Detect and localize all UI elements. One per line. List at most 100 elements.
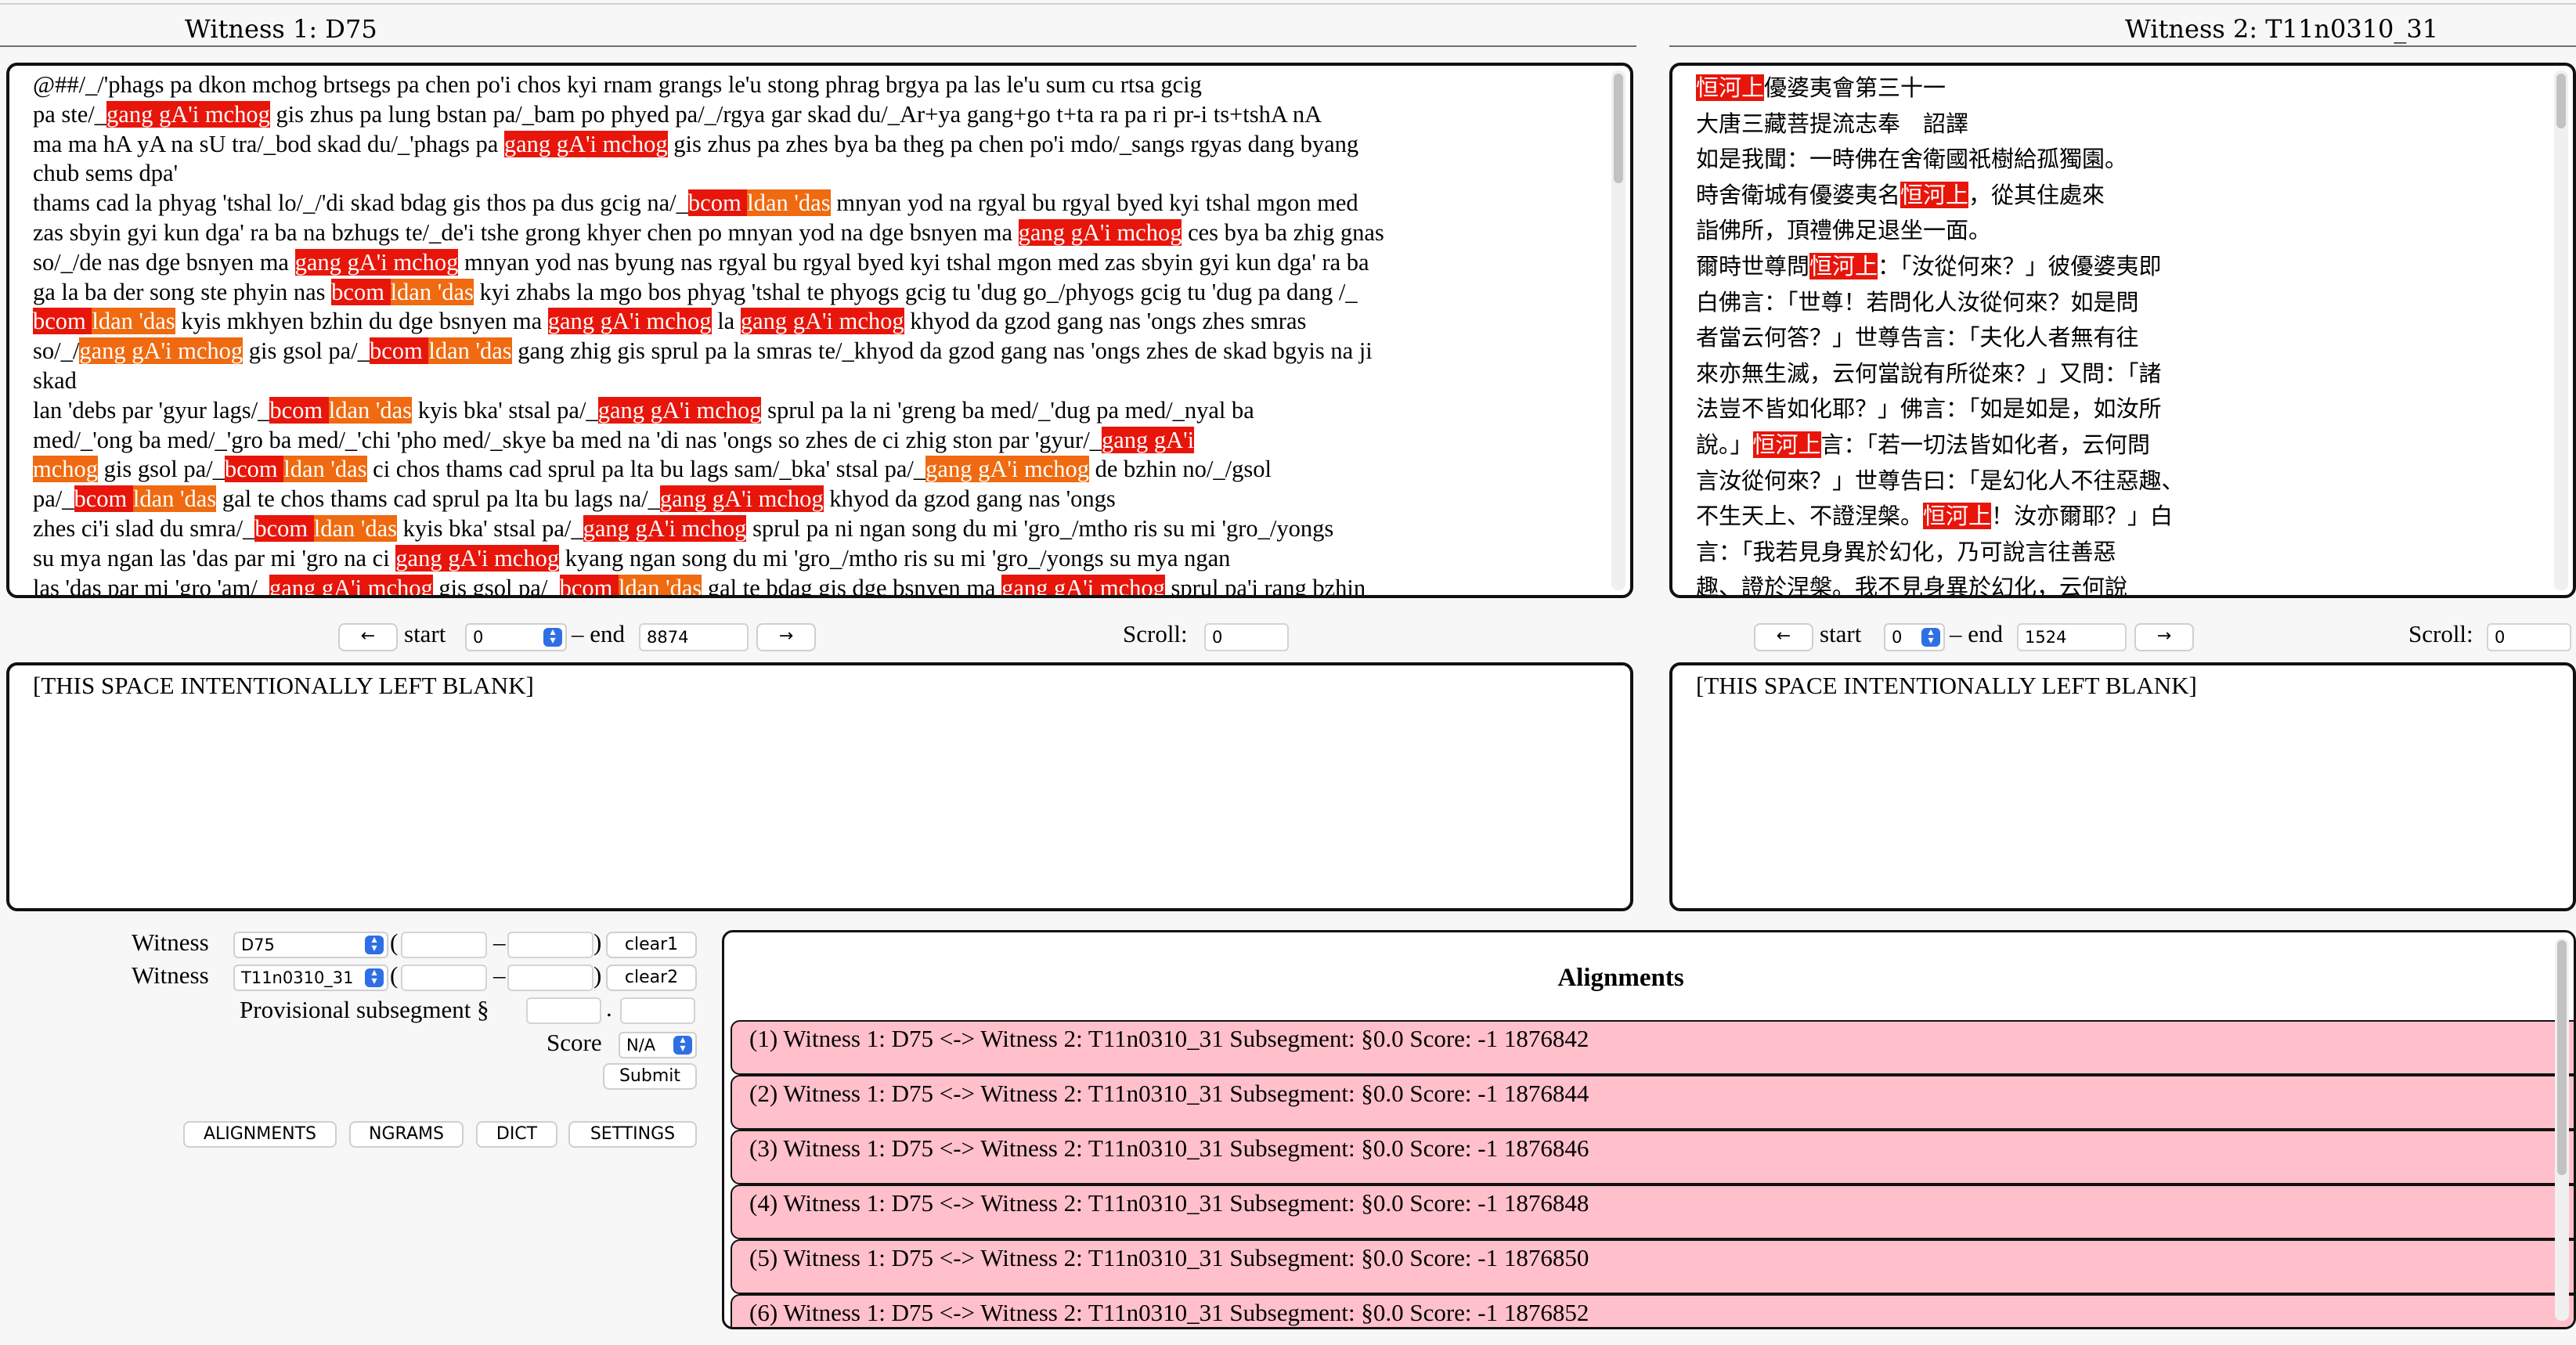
witness2-scroll-thumb[interactable]: [2556, 74, 2566, 128]
highlight-match[interactable]: gang gA'i mchog: [547, 308, 712, 335]
witness1-next-button[interactable]: →: [756, 623, 816, 651]
clear1-button[interactable]: clear1: [606, 932, 697, 958]
highlight-match[interactable]: gang gA'i mchog: [925, 456, 1089, 483]
highlight-match[interactable]: 恒河上: [1752, 431, 1821, 458]
nav-alignments-button[interactable]: ALIGNMENTS: [183, 1121, 337, 1148]
highlight-match[interactable]: ldan 'das: [428, 337, 512, 365]
witness1-start-select[interactable]: 0 ▴ ▾: [465, 623, 567, 651]
witness2-select[interactable]: T11n0310_31 ▴ ▾: [233, 965, 388, 991]
highlight-match[interactable]: bcom: [331, 278, 391, 305]
witness1-end-input[interactable]: 8874: [639, 623, 749, 651]
highlight-match[interactable]: ldan 'das: [313, 514, 398, 542]
alignments-scrollbar[interactable]: [2555, 939, 2569, 1321]
text-segment: ma ma hA yA na sU tra/_bod skad du/_'pha…: [33, 130, 504, 157]
alignment-row[interactable]: (5) Witness 1: D75 <-> Witness 2: T11n03…: [731, 1239, 2574, 1294]
highlight-match[interactable]: ldan 'das: [747, 189, 831, 217]
text-segment: 來亦無生滅，云何當說有所從來？」又問：「諸: [1696, 359, 2162, 387]
highlight-match[interactable]: 恒河上: [1696, 74, 1765, 101]
text-segment: so/_/de nas dge bsnyen ma: [33, 248, 295, 276]
nav-settings-button[interactable]: SETTINGS: [568, 1121, 697, 1148]
witness2-start-select[interactable]: 0 ▴ ▾: [1884, 623, 1945, 651]
clear2-button[interactable]: clear2: [606, 965, 697, 991]
highlight-match[interactable]: gang gA'i mchog: [503, 130, 668, 157]
witness1-blank-pane: [THIS SPACE INTENTIONALLY LEFT BLANK]: [6, 662, 1633, 911]
witness2-next-button[interactable]: →: [2134, 623, 2194, 651]
highlight-match[interactable]: ldan 'das: [390, 278, 474, 305]
highlight-match[interactable]: ldan 'das: [132, 485, 217, 513]
witness2-end-label: – end: [1950, 620, 2004, 647]
witness1-scroll-label: Scroll:: [1123, 620, 1188, 647]
witness2-end-input[interactable]: 1524: [2017, 623, 2127, 651]
highlight-match[interactable]: gang gA'i: [1101, 426, 1195, 453]
highlight-match[interactable]: bcom: [224, 456, 284, 483]
subsegment-label: Provisional subsegment §: [240, 996, 489, 1023]
text-line: 法豈不皆如化耶？」佛言：「如是如是，如汝所: [1696, 391, 2185, 427]
highlight-match[interactable]: gang gA'i mchog: [659, 485, 824, 513]
alignment-row[interactable]: (6) Witness 1: D75 <-> Witness 2: T11n03…: [731, 1294, 2574, 1327]
highlight-match[interactable]: gang gA'i mchog: [294, 248, 459, 276]
highlight-match[interactable]: bcom: [269, 396, 329, 424]
witness1-scroll-thumb[interactable]: [1614, 74, 1623, 183]
text-segment: 言汝從何來？」世尊告曰：「是幻化人不往惡趣、: [1696, 467, 2185, 494]
witness2-scroll-input[interactable]: 0: [2487, 623, 2571, 651]
highlight-match[interactable]: gang gA'i mchog: [583, 514, 747, 542]
witness2-blank-text: [THIS SPACE INTENTIONALLY LEFT BLANK]: [1696, 672, 2197, 699]
witness1-select[interactable]: D75 ▴ ▾: [233, 932, 388, 958]
alignment-row[interactable]: (2) Witness 1: D75 <-> Witness 2: T11n03…: [731, 1075, 2574, 1130]
alignment-row[interactable]: (3) Witness 1: D75 <-> Witness 2: T11n03…: [731, 1130, 2574, 1185]
highlight-match[interactable]: 恒河上: [1809, 252, 1878, 279]
nav-ngrams-button[interactable]: NGRAMS: [349, 1121, 464, 1148]
highlight-match[interactable]: mchog: [33, 456, 99, 483]
alignment-row[interactable]: (4) Witness 1: D75 <-> Witness 2: T11n03…: [731, 1185, 2574, 1239]
highlight-match[interactable]: bcom: [687, 189, 748, 217]
subsegment-major-input[interactable]: [526, 997, 601, 1024]
witness2-scrollbar[interactable]: [2554, 70, 2568, 590]
text-segment: thams cad la phyag 'tshal lo/_/'di skad …: [33, 189, 688, 217]
witness1-end-label: – end: [572, 620, 626, 647]
witness1-text-pane[interactable]: @##/_/'phags pa dkon mchog brtsegs pa ch…: [6, 63, 1633, 598]
highlight-match[interactable]: 恒河上: [1900, 181, 1969, 208]
text-line: thams cad la phyag 'tshal lo/_/'di skad …: [33, 189, 1384, 218]
witness1-blank-text: [THIS SPACE INTENTIONALLY LEFT BLANK]: [33, 672, 534, 699]
witness1-scrollbar[interactable]: [1611, 70, 1625, 590]
highlight-match[interactable]: gang gA'i mchog: [269, 574, 433, 595]
highlight-match[interactable]: bcom: [369, 337, 429, 365]
highlight-match[interactable]: bcom: [33, 308, 92, 335]
highlight-match[interactable]: ldan 'das: [283, 456, 367, 483]
highlight-match[interactable]: ldan 'das: [92, 308, 175, 335]
highlight-match[interactable]: ldan 'das: [328, 396, 413, 424]
text-line: lan 'debs par 'gyur lags/_bcom ldan 'das…: [33, 396, 1384, 426]
text-line: bcom ldan 'das kyis mkhyen bzhin du dge …: [33, 307, 1384, 337]
highlight-match[interactable]: bcom: [559, 574, 619, 595]
highlight-match[interactable]: bcom: [74, 485, 133, 513]
witness1-scroll-input[interactable]: 0: [1204, 623, 1289, 651]
subsegment-minor-input[interactable]: [620, 997, 695, 1024]
alignment-row[interactable]: (1) Witness 1: D75 <-> Witness 2: T11n03…: [731, 1020, 2574, 1075]
highlight-match[interactable]: gang gA'i mchog: [740, 308, 904, 335]
score-select[interactable]: N/A ▴ ▾: [619, 1032, 697, 1058]
text-segment: lan 'debs par 'gyur lags/_: [33, 396, 270, 424]
alignments-scroll-thumb[interactable]: [2557, 940, 2567, 1175]
witness2-range-start[interactable]: [401, 965, 487, 991]
highlight-match[interactable]: gang gA'i mchog: [106, 100, 270, 128]
witness1-prev-button[interactable]: ←: [338, 623, 398, 651]
witness1-range-start[interactable]: [401, 932, 487, 958]
highlight-match[interactable]: bcom: [254, 514, 314, 542]
highlight-match[interactable]: gang gA'i mchog: [597, 396, 762, 424]
score-select-value: N/A: [626, 1036, 656, 1055]
highlight-match[interactable]: gang gA'i mchog: [79, 337, 244, 365]
witness2-prev-button[interactable]: ←: [1754, 623, 1813, 651]
highlight-match[interactable]: gang gA'i mchog: [395, 544, 560, 572]
highlight-match[interactable]: ldan 'das: [618, 574, 702, 595]
witness1-range-end[interactable]: [507, 932, 593, 958]
highlight-match[interactable]: gang gA'i mchog: [1018, 218, 1182, 246]
text-line: skad: [33, 366, 1384, 396]
highlight-match[interactable]: 恒河上: [1923, 503, 1992, 530]
highlight-match[interactable]: gang gA'i mchog: [1001, 574, 1165, 595]
witness2-range-end[interactable]: [507, 965, 593, 991]
nav-dict-button[interactable]: DICT: [476, 1121, 557, 1148]
witness2-text-pane[interactable]: 恒河上優婆夷會第三十一 大唐三藏菩提流志奉 詔譯 如是我聞：一時佛在舍衛國祇樹給孤獨…: [1669, 63, 2576, 598]
text-line: 恒河上優婆夷會第三十一: [1696, 70, 2185, 106]
witness1-paren-open: (: [390, 929, 399, 956]
submit-button[interactable]: Submit: [603, 1063, 697, 1090]
